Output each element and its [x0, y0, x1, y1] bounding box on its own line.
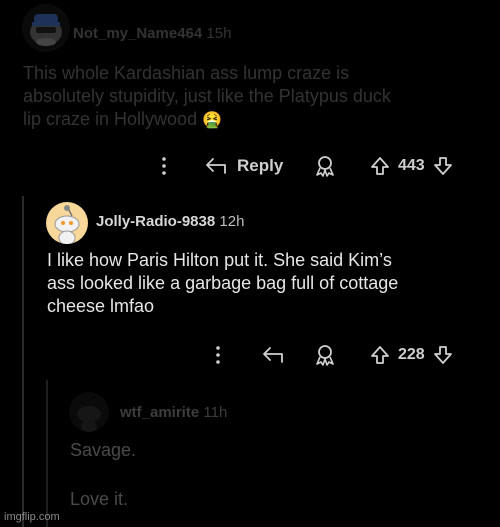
comment-2-avatar[interactable] — [46, 202, 88, 244]
comment-2-line-2: ass looked like a garbage bag full of co… — [47, 273, 399, 293]
downvote-icon[interactable] — [433, 345, 453, 365]
comment-1-time: 15h — [206, 25, 232, 42]
thread-line-2[interactable] — [46, 380, 48, 527]
upvote-icon[interactable] — [370, 345, 390, 365]
award-icon — [316, 345, 334, 366]
downvote-icon[interactable] — [433, 156, 453, 176]
comment-1-award-button[interactable] — [313, 154, 337, 178]
comment-2-award-button[interactable] — [313, 343, 337, 367]
reply-label: Reply — [237, 156, 284, 175]
comment-3-time: 11h — [203, 404, 228, 421]
comment-1-score: 443 — [398, 157, 425, 174]
comment-2-username-row: Jolly-Radio-9838 12h — [96, 213, 244, 230]
comment-1-username-row: Not_my_Name464 15h — [73, 25, 231, 42]
comment-2-vote-bar: 228 — [370, 344, 453, 366]
comment-3-line-3: Love it. — [70, 489, 129, 509]
comment-2-username[interactable]: Jolly-Radio-9838 — [96, 213, 215, 230]
comment-1-line-3: lip craze in Hollywood — [23, 109, 198, 129]
comment-1-line-3-row: lip craze in Hollywood 🤮 — [23, 108, 391, 132]
comment-2-body: I like how Paris Hilton put it. She said… — [47, 249, 398, 318]
imgflip-watermark: imgflip.com — [4, 511, 60, 523]
comment-2-score: 228 — [398, 346, 425, 363]
award-icon — [316, 156, 334, 177]
comment-3-line-2 — [70, 462, 136, 488]
snoo-avatar-icon — [54, 205, 80, 244]
reply-arrow-icon — [263, 347, 283, 363]
comment-1-avatar[interactable] — [22, 4, 70, 52]
comment-1-username[interactable]: Not_my_Name464 — [73, 25, 202, 42]
comment-2-line-1: I like how Paris Hilton put it. She said… — [47, 250, 392, 270]
comment-2-line-3: cheese lmfao — [47, 296, 155, 316]
upvote-icon[interactable] — [370, 156, 390, 176]
comment-1-line-1: This whole Kardashian ass lump craze is — [23, 63, 350, 83]
comment-3-username[interactable]: wtf_amirite — [120, 404, 199, 421]
comment-1-reply-button[interactable]: Reply — [205, 155, 283, 177]
more-dots-icon — [162, 157, 166, 175]
comment-2-more-button[interactable] — [212, 344, 224, 366]
comment-3-body: Savage. Love it. — [70, 439, 136, 511]
vomit-emoji-icon: 🤮 — [202, 112, 223, 129]
reply-arrow-icon — [206, 158, 226, 174]
comment-1-more-button[interactable] — [158, 155, 170, 177]
comment-1-line-2: absolutely stupidity, just like the Plat… — [23, 86, 391, 106]
comment-2-time: 12h — [219, 213, 245, 230]
comment-3-username-row: wtf_amirite 11h — [120, 404, 227, 421]
comment-1-vote-bar: 443 — [370, 155, 453, 177]
snoo-avatar-icon — [77, 406, 101, 432]
snoo-avatar-icon — [30, 14, 62, 46]
comment-2-reply-button[interactable] — [262, 344, 284, 366]
comment-3-line-1: Savage. — [70, 440, 137, 460]
more-dots-icon — [216, 346, 220, 364]
thread-line-1[interactable] — [22, 196, 24, 527]
comment-1-body: This whole Kardashian ass lump craze is … — [23, 62, 391, 132]
comment-3-avatar[interactable] — [69, 392, 109, 432]
